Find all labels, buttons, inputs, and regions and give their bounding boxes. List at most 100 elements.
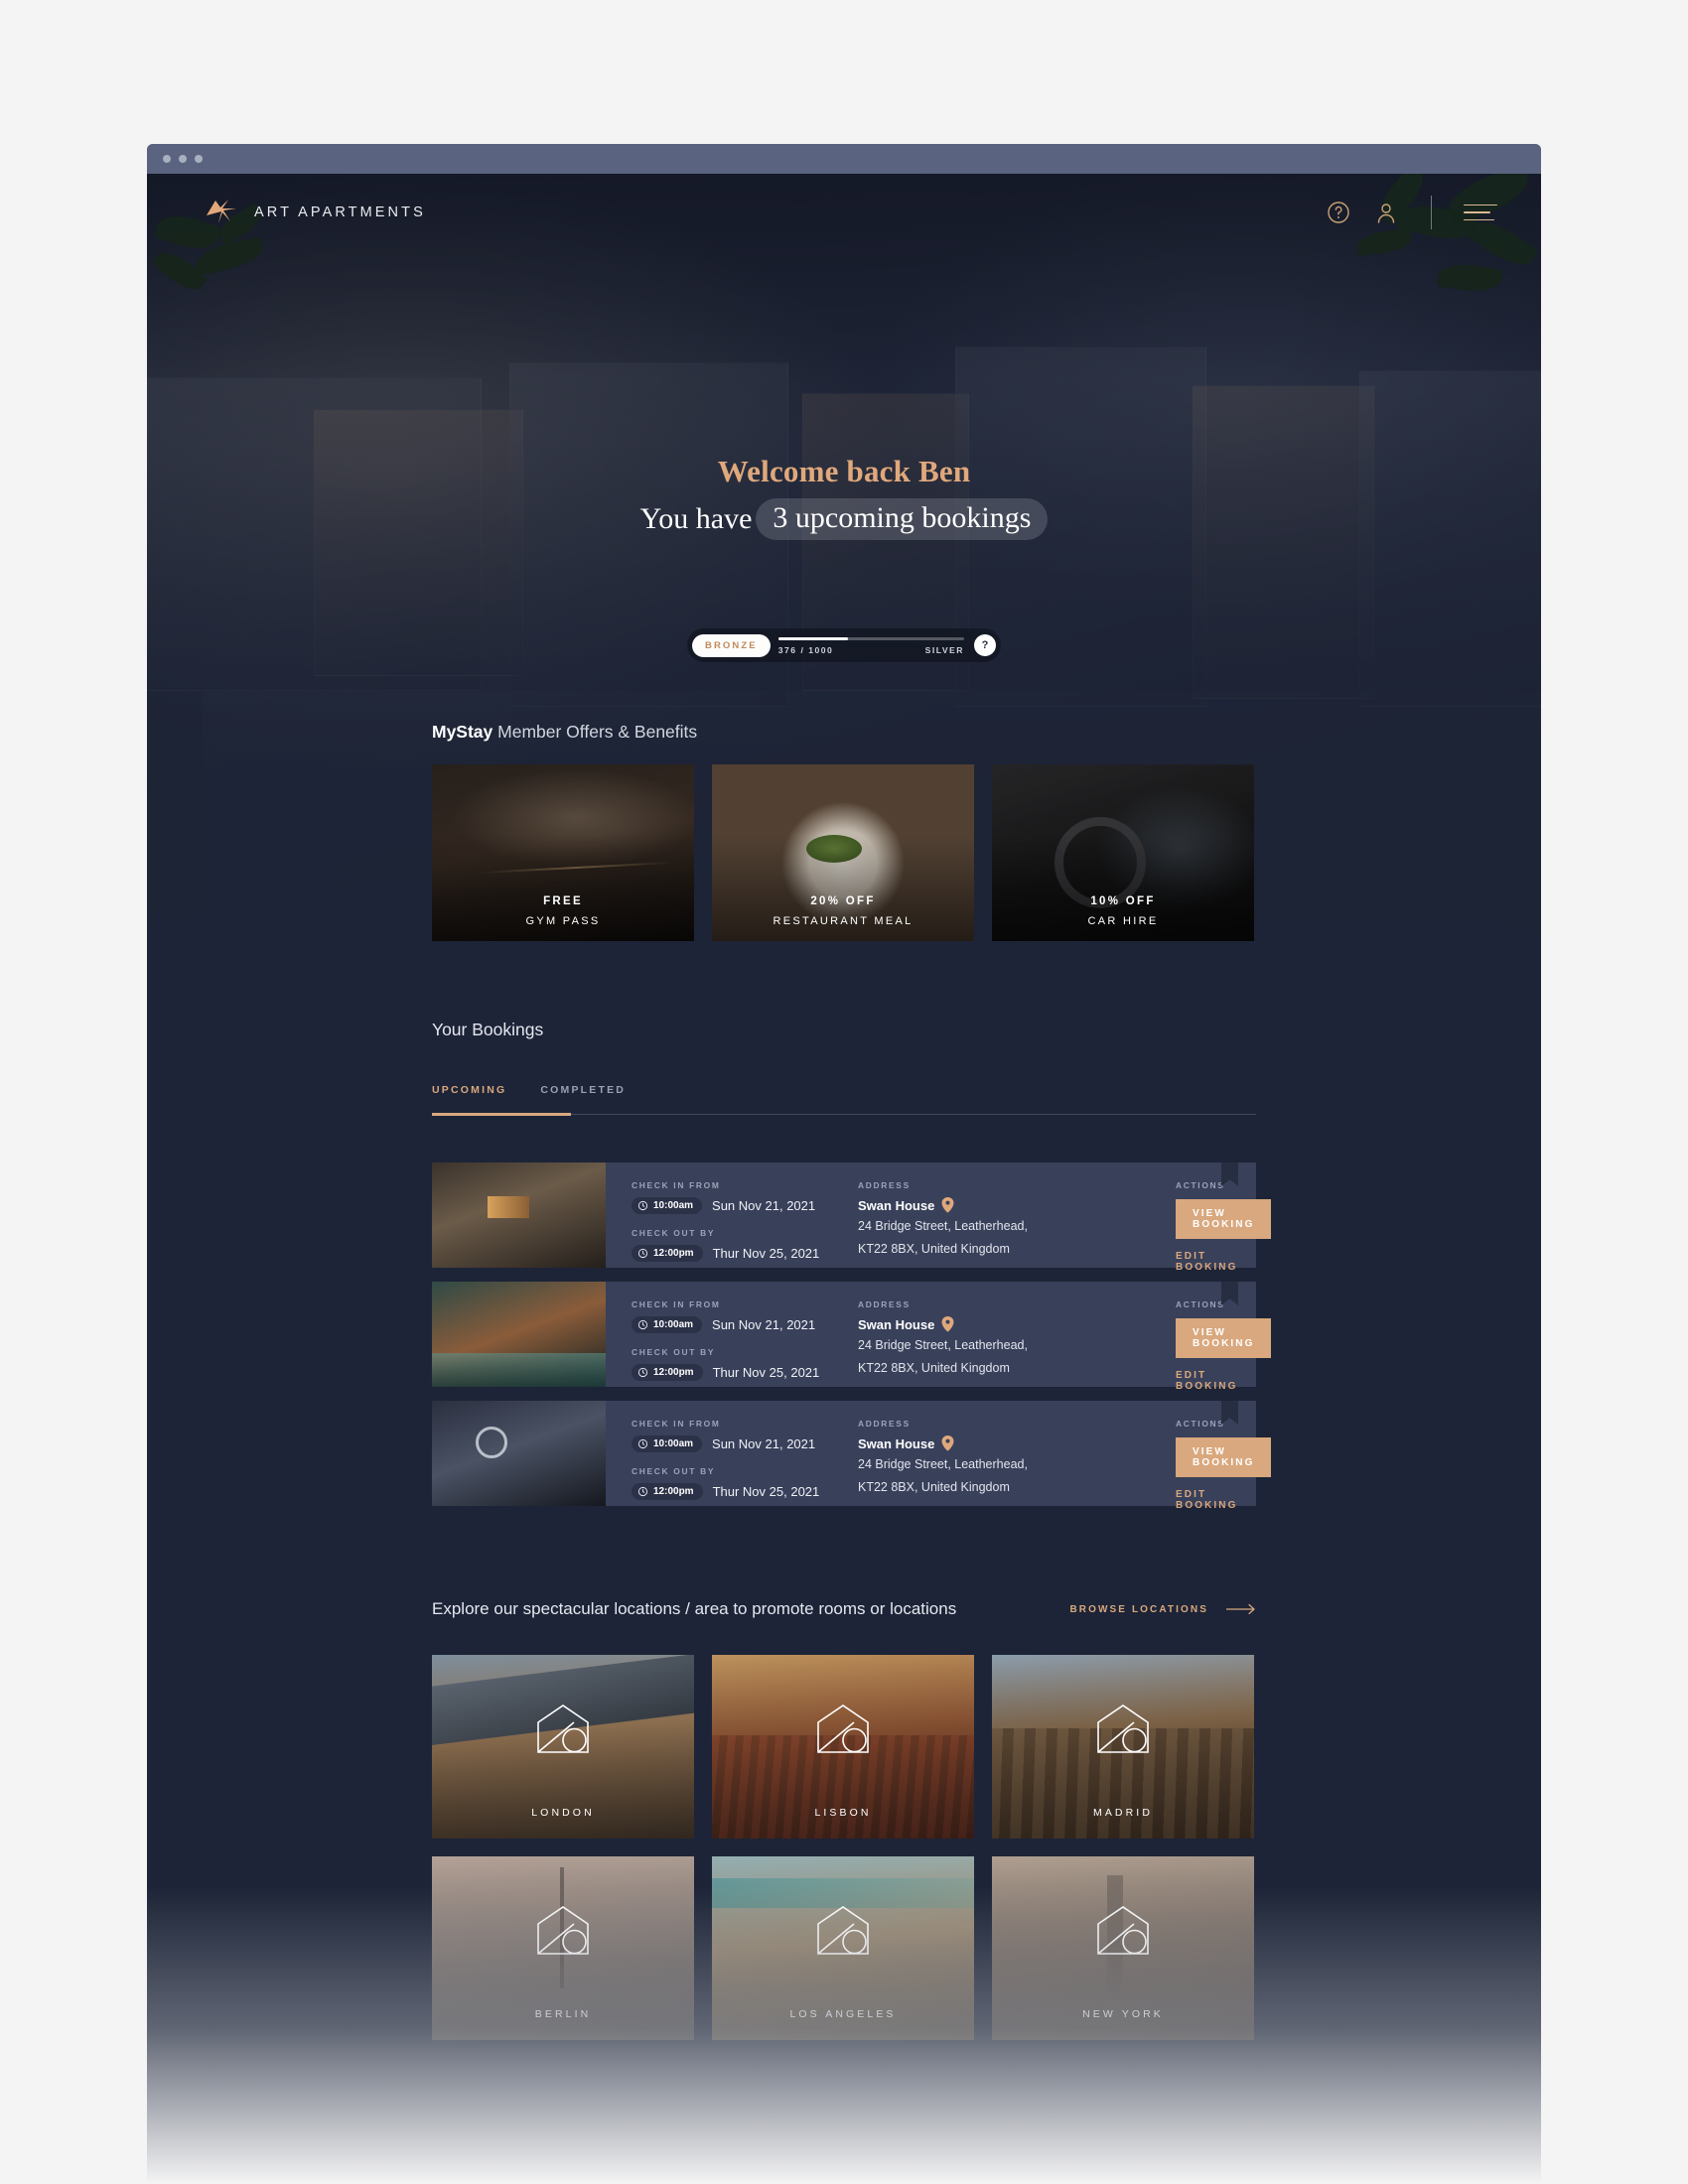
member-offers-title: MyStay Member Offers & Benefits xyxy=(432,722,1256,743)
booking-actions-column: ACTIONS VIEW BOOKING EDIT BOOKING xyxy=(1176,1419,1272,1511)
check-in-date: Sun Nov 21, 2021 xyxy=(712,1317,816,1332)
indoor-pool-photo xyxy=(432,1282,606,1387)
browser-titlebar xyxy=(147,144,1541,174)
question-circle-icon[interactable] xyxy=(1326,200,1351,225)
edit-booking-link[interactable]: EDIT BOOKING xyxy=(1176,1370,1271,1392)
check-in-time-chip: 10:00am xyxy=(632,1316,703,1333)
city-name: NEW YORK xyxy=(1082,2008,1164,2020)
offer-card-car-hire[interactable]: 10% OFF CAR HIRE xyxy=(992,764,1254,941)
tabs-divider xyxy=(432,1113,1256,1116)
bookings-count-pill[interactable]: 3 upcoming bookings xyxy=(756,498,1049,540)
city-name: MADRID xyxy=(1092,1807,1153,1819)
check-out-time-chip: 12:00pm xyxy=(632,1245,703,1262)
window-maximize-dot[interactable] xyxy=(195,155,203,163)
offer-card-restaurant[interactable]: 20% OFF RESTAURANT MEAL xyxy=(712,764,974,941)
bookings-heading: Your Bookings xyxy=(432,1020,544,1039)
address-line-2: KT22 8BX, United Kingdom xyxy=(858,1479,1010,1494)
offer-headline: 10% OFF xyxy=(1090,895,1156,907)
tier-next-label: SILVER xyxy=(924,645,964,655)
city-tile-madrid[interactable]: MADRID xyxy=(992,1655,1254,1839)
booking-address-column: ADDRESS Swan House 24 Bridge Street, Lea… xyxy=(858,1419,1176,1506)
check-out-time: 12:00pm xyxy=(653,1486,694,1497)
check-out-label: CHECK OUT BY xyxy=(632,1347,716,1357)
tab-completed[interactable]: COMPLETED xyxy=(540,1084,626,1114)
address-label: ADDRESS xyxy=(858,1299,911,1309)
check-out-time: 12:00pm xyxy=(653,1248,694,1259)
check-in-label: CHECK IN FROM xyxy=(632,1180,721,1190)
bookings-tabs: UPCOMING COMPLETED xyxy=(432,1084,1256,1114)
tab-active-indicator xyxy=(432,1113,571,1116)
tier-points-text: 376 / 1000 xyxy=(777,645,834,655)
check-out-time-chip: 12:00pm xyxy=(632,1364,703,1381)
city-tile-berlin[interactable]: BERLIN xyxy=(432,1856,694,2040)
brand-name: ART APARTMENTS xyxy=(254,205,426,220)
edit-booking-link[interactable]: EDIT BOOKING xyxy=(1176,1489,1271,1511)
booking-actions-column: ACTIONS VIEW BOOKING EDIT BOOKING xyxy=(1176,1299,1272,1392)
browse-locations-link[interactable]: BROWSE LOCATIONS xyxy=(1069,1603,1256,1615)
clock-icon xyxy=(637,1486,648,1497)
offer-headline: FREE xyxy=(543,895,583,907)
check-out-date: Thur Nov 25, 2021 xyxy=(712,1246,820,1261)
address-line-1: 24 Bridge Street, Leatherhead, xyxy=(858,1219,1028,1233)
city-tile-los-angeles[interactable]: LOS ANGELES xyxy=(712,1856,974,2040)
booking-address-column: ADDRESS Swan House 24 Bridge Street, Lea… xyxy=(858,1299,1176,1387)
clock-icon xyxy=(637,1367,648,1378)
address-line-1: 24 Bridge Street, Leatherhead, xyxy=(858,1457,1028,1471)
booking-actions-column: ACTIONS VIEW BOOKING EDIT BOOKING xyxy=(1176,1180,1272,1273)
map-pin-icon[interactable] xyxy=(941,1316,954,1332)
top-navigation-bar: ART APARTMENTS xyxy=(147,174,1541,251)
table-row[interactable]: CHECK IN FROM 10:00am Sun Nov 21, 2021 C… xyxy=(432,1401,1272,1511)
edit-booking-link[interactable]: EDIT BOOKING xyxy=(1176,1251,1271,1273)
check-out-label: CHECK OUT BY xyxy=(632,1228,716,1238)
city-tile-london[interactable]: LONDON xyxy=(432,1655,694,1839)
check-in-label: CHECK IN FROM xyxy=(632,1419,721,1429)
city-name: LISBON xyxy=(814,1807,872,1819)
bookings-section: Your Bookings UPCOMING COMPLETED CHECK I… xyxy=(432,958,1272,1511)
offer-subline: CAR HIRE xyxy=(1087,915,1159,927)
city-tile-new-york[interactable]: NEW YORK xyxy=(992,1856,1254,2040)
hamburger-menu-icon[interactable] xyxy=(1464,204,1497,221)
view-booking-button[interactable]: VIEW BOOKING xyxy=(1176,1437,1272,1477)
tier-current-badge: BRONZE xyxy=(692,633,771,657)
address-line-2: KT22 8BX, United Kingdom xyxy=(858,1360,1010,1375)
address-label: ADDRESS xyxy=(858,1180,911,1190)
table-row[interactable]: CHECK IN FROM 10:00am Sun Nov 21, 2021 C… xyxy=(432,1162,1272,1273)
house-monogram-icon xyxy=(814,1904,872,1963)
tier-help-button[interactable]: ? xyxy=(974,634,996,656)
booking-address-column: ADDRESS Swan House 24 Bridge Street, Lea… xyxy=(858,1180,1176,1268)
you-have-text: You have xyxy=(639,502,753,535)
brand-logo[interactable]: ART APARTMENTS xyxy=(205,198,426,227)
clock-icon xyxy=(637,1319,648,1330)
browser-window: ART APARTMENTS Welcome back Ben You have… xyxy=(147,144,1541,2184)
browse-locations-label: BROWSE LOCATIONS xyxy=(1069,1603,1208,1615)
view-booking-button[interactable]: VIEW BOOKING xyxy=(1176,1199,1272,1239)
page-body: Your Bookings UPCOMING COMPLETED CHECK I… xyxy=(147,958,1541,2040)
table-row[interactable]: CHECK IN FROM 10:00am Sun Nov 21, 2021 C… xyxy=(432,1282,1272,1392)
window-minimize-dot[interactable] xyxy=(179,155,187,163)
check-in-label: CHECK IN FROM xyxy=(632,1299,721,1309)
property-name: Swan House xyxy=(858,1316,935,1332)
clock-icon xyxy=(637,1248,648,1259)
city-name: BERLIN xyxy=(534,2008,592,2020)
property-name: Swan House xyxy=(858,1197,935,1213)
offer-card-gym[interactable]: FREE GYM PASS xyxy=(432,764,694,941)
check-in-time: 10:00am xyxy=(653,1319,694,1330)
check-in-date: Sun Nov 21, 2021 xyxy=(712,1198,816,1213)
offer-subline: GYM PASS xyxy=(525,915,601,927)
map-pin-icon[interactable] xyxy=(941,1197,954,1213)
booking-dates-column: CHECK IN FROM 10:00am Sun Nov 21, 2021 C… xyxy=(632,1180,858,1268)
window-close-dot[interactable] xyxy=(163,155,171,163)
tier-progress-track xyxy=(777,637,964,640)
clock-icon xyxy=(637,1200,648,1211)
city-tile-lisbon[interactable]: LISBON xyxy=(712,1655,974,1839)
map-pin-icon[interactable] xyxy=(941,1435,954,1451)
check-in-time: 10:00am xyxy=(653,1200,694,1211)
arrow-right-icon xyxy=(1226,1603,1255,1615)
booking-dates-column: CHECK IN FROM 10:00am Sun Nov 21, 2021 C… xyxy=(632,1299,858,1387)
clock-icon xyxy=(637,1438,648,1449)
tab-upcoming[interactable]: UPCOMING xyxy=(432,1084,506,1114)
user-account-icon[interactable] xyxy=(1373,200,1399,225)
house-monogram-icon xyxy=(1094,1904,1152,1963)
welcome-block: Welcome back Ben You have 3 upcoming boo… xyxy=(147,454,1541,540)
view-booking-button[interactable]: VIEW BOOKING xyxy=(1176,1318,1272,1358)
